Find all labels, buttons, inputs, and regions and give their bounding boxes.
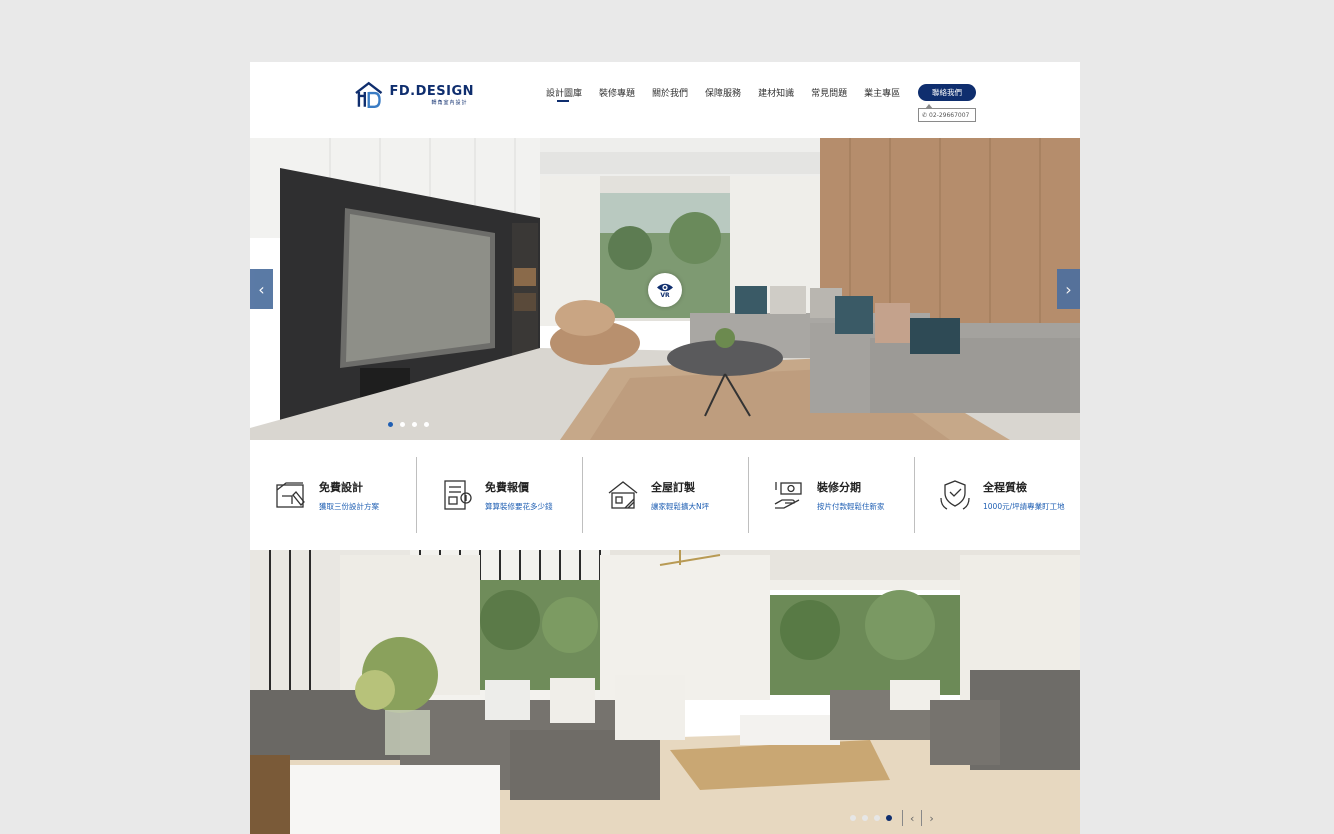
bottom-slider-controls: ‹ › — [850, 810, 937, 826]
feature-subtitle: 讓家輕鬆擴大N坪 — [651, 501, 710, 511]
chevron-left-icon: ‹ — [258, 279, 265, 299]
feature-subtitle: 獲取三份設計方案 — [319, 501, 379, 511]
house-logo-icon — [355, 81, 383, 108]
feature-free-design[interactable]: 免費設計 獲取三份設計方案 — [250, 457, 416, 533]
contact-button[interactable]: 聯絡我們 — [918, 84, 976, 101]
site-header: FD.DESIGN 轉角室內設計 設計圖庫 裝修專題 關於我們 保障服務 建材知… — [250, 62, 1080, 138]
bottom-dot[interactable] — [862, 815, 868, 821]
phone-box[interactable]: ✆ 02-29667007 — [918, 104, 976, 122]
logo-title: FD.DESIGN — [389, 84, 474, 99]
feature-title: 免費設計 — [319, 480, 363, 494]
feature-title: 全程質檢 — [983, 480, 1027, 494]
shield-inspection-icon — [940, 480, 970, 510]
installment-money-icon — [774, 482, 802, 509]
bottom-slider[interactable]: ‹ › — [250, 550, 1080, 834]
feature-subtitle: 按片付款輕鬆住新家 — [817, 501, 885, 511]
website-page: FD.DESIGN 轉角室內設計 設計圖庫 裝修專題 關於我們 保障服務 建材知… — [250, 62, 1080, 834]
bottom-living-room-image — [250, 550, 1080, 834]
bottom-dot[interactable] — [874, 815, 880, 821]
feature-free-quote[interactable]: 免費報價 算算裝修要花多少錢 — [416, 457, 582, 533]
hero-slider[interactable]: ‹ › VR — [250, 138, 1080, 440]
feature-title: 全屋訂製 — [651, 480, 695, 494]
design-plan-icon — [276, 482, 305, 508]
house-custom-icon — [608, 481, 638, 509]
vr-view-button[interactable]: VR — [648, 273, 682, 307]
nav-item-about[interactable]: 關於我們 — [652, 86, 688, 99]
feature-installment[interactable]: 裝修分期 按片付款輕鬆住新家 — [748, 457, 914, 533]
site-logo[interactable]: FD.DESIGN 轉角室內設計 — [354, 80, 474, 110]
feature-title: 免費報價 — [485, 480, 529, 494]
phone-icon: ✆ — [922, 111, 928, 119]
quote-calculator-icon — [444, 480, 472, 510]
nav-item-materials[interactable]: 建材知識 — [758, 86, 794, 99]
hero-pagination — [388, 422, 436, 427]
chevron-left-icon[interactable]: ‹ — [907, 812, 917, 825]
hero-next-button[interactable]: › — [1057, 269, 1080, 309]
hero-dot[interactable] — [412, 422, 417, 427]
feature-subtitle: 算算裝修要花多少錢 — [485, 501, 553, 511]
chevron-right-icon: › — [1065, 279, 1072, 299]
bottom-dot[interactable] — [886, 815, 892, 821]
nav-item-topics[interactable]: 裝修專題 — [599, 86, 635, 99]
nav-item-owners[interactable]: 業主專區 — [864, 86, 900, 99]
divider — [902, 810, 903, 826]
feature-title: 裝修分期 — [817, 480, 861, 494]
nav-item-faq[interactable]: 常見問題 — [811, 86, 847, 99]
divider — [921, 810, 923, 826]
bottom-dot[interactable] — [850, 815, 856, 821]
features-row: 免費設計 獲取三份設計方案 免費報價 算算裝修要花多少錢 全屋訂製 讓家輕鬆擴大… — [250, 440, 1080, 550]
hero-dot[interactable] — [400, 422, 405, 427]
feature-whole-house[interactable]: 全屋訂製 讓家輕鬆擴大N坪 — [582, 457, 748, 533]
logo-subtitle: 轉角室內設計 — [431, 100, 468, 106]
chevron-right-icon[interactable]: › — [926, 812, 936, 825]
hero-prev-button[interactable]: ‹ — [250, 269, 273, 309]
feature-inspection[interactable]: 全程質檢 1000元/坪請專業盯工地 — [914, 457, 1080, 533]
vr-label: VR — [660, 291, 670, 299]
hero-dot[interactable] — [424, 422, 429, 427]
hero-dot[interactable] — [388, 422, 393, 427]
main-nav: 設計圖庫 裝修專題 關於我們 保障服務 建材知識 常見問題 業主專區 — [546, 86, 917, 102]
phone-number: 02-29667007 — [929, 111, 970, 119]
nav-item-gallery[interactable]: 設計圖庫 — [546, 86, 582, 102]
nav-item-guarantee[interactable]: 保障服務 — [705, 86, 741, 99]
feature-subtitle: 1000元/坪請專業盯工地 — [983, 501, 1065, 511]
